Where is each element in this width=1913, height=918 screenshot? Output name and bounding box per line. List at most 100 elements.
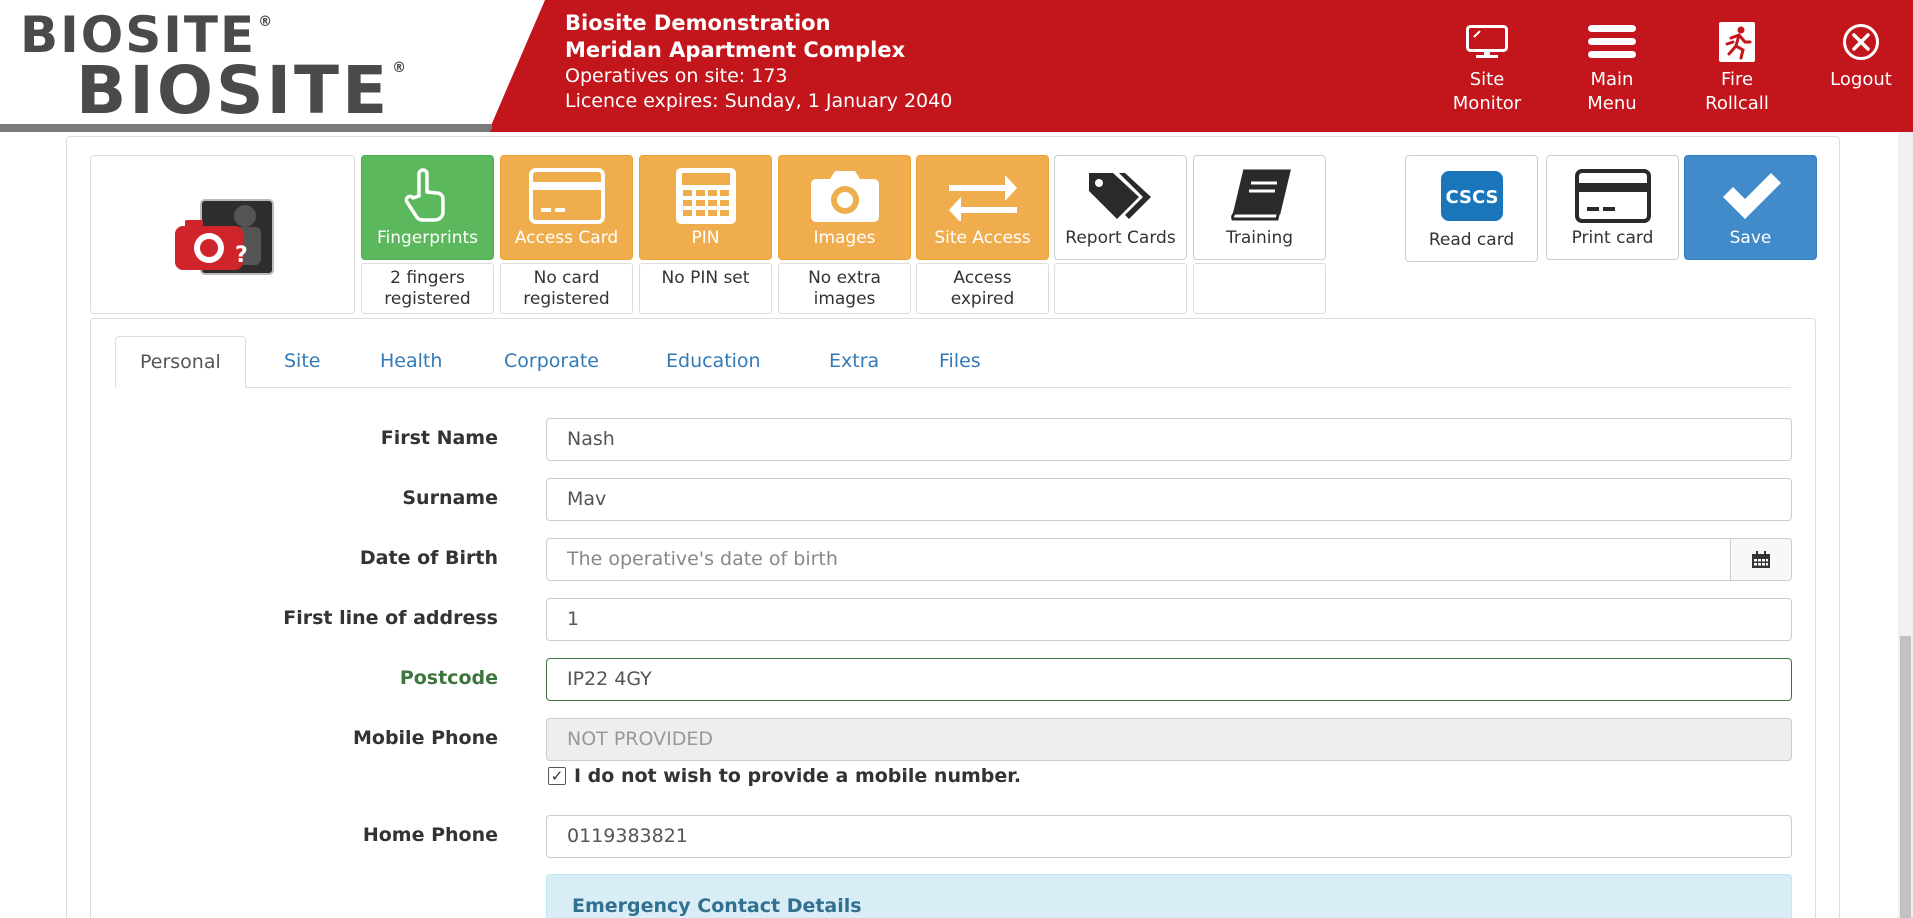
training-label: Training	[1225, 228, 1294, 248]
fingerprints-status-2: registered	[384, 289, 471, 309]
access-card-status-1: No card	[533, 268, 600, 288]
svg-text:?: ?	[235, 243, 248, 268]
menu-icon	[1557, 22, 1667, 62]
calculator-icon	[640, 156, 771, 228]
tags-icon	[1055, 156, 1186, 228]
site-monitor-label-2: Monitor	[1452, 93, 1522, 114]
logo: BIOSITE ® BIOSITE ®	[0, 0, 545, 128]
report-cards-label: Report Cards	[1065, 228, 1176, 248]
project-name: Meridan Apartment Complex	[565, 38, 906, 62]
fingerprints-label: Fingerprints	[376, 228, 479, 248]
camera-placeholder-icon: ?	[175, 199, 274, 275]
access-card-label: Access Card	[514, 228, 619, 248]
site-access-button[interactable]: Site Access	[916, 155, 1049, 260]
print-card-button[interactable]: Print card	[1546, 155, 1679, 260]
cscs-badge: CSCS	[1445, 187, 1498, 208]
pin-status-1: No PIN set	[661, 268, 750, 288]
monitor-icon	[1432, 22, 1542, 62]
images-status-2: images	[813, 289, 876, 309]
logout-button[interactable]: Logout	[1806, 22, 1913, 92]
read-card-label: Read card	[1428, 230, 1515, 250]
main-menu-button[interactable]: Main Menu	[1557, 22, 1667, 116]
credit-card-icon	[501, 156, 632, 228]
first-name-label: First Name	[380, 427, 498, 449]
site-name: Biosite Demonstration	[565, 11, 831, 35]
operative-photo[interactable]: ?	[90, 155, 355, 314]
tab-site[interactable]: Site	[260, 336, 344, 388]
print-card-icon	[1547, 156, 1678, 228]
surname-input[interactable]: Mav	[546, 478, 1792, 521]
no-mobile-checkbox[interactable]: ✓	[548, 767, 566, 785]
save-label: Save	[1729, 228, 1772, 248]
logo-reg-mark-2: ®	[392, 60, 410, 76]
home-phone-label: Home Phone	[362, 824, 498, 846]
training-status	[1193, 263, 1326, 314]
main-menu-label-1: Main	[1590, 69, 1634, 90]
address-label: First line of address	[283, 607, 498, 629]
access-card-status: No card registered	[500, 263, 633, 314]
address-input[interactable]: 1	[546, 598, 1792, 641]
dob-input[interactable]: The operative's date of birth	[546, 538, 1732, 581]
main-menu-label-2: Menu	[1587, 93, 1637, 114]
images-status: No extra images	[778, 263, 911, 314]
no-mobile-label: I do not wish to provide a mobile number…	[574, 765, 1022, 787]
images-button[interactable]: Images	[778, 155, 911, 260]
calendar-button[interactable]	[1730, 538, 1792, 581]
exchange-arrows-icon	[917, 156, 1048, 228]
site-info: Biosite Demonstration Meridan Apartment …	[565, 10, 952, 114]
save-button[interactable]: Save	[1684, 155, 1817, 260]
licence-expiry: Licence expires: Sunday, 1 January 2040	[565, 90, 953, 112]
report-cards-button[interactable]: Report Cards	[1054, 155, 1187, 260]
site-access-label: Site Access	[934, 228, 1031, 248]
fingerprints-button[interactable]: Fingerprints	[361, 155, 494, 260]
tab-corporate[interactable]: Corporate	[480, 336, 623, 388]
logout-icon	[1806, 22, 1913, 62]
site-monitor-label-1: Site	[1469, 69, 1505, 90]
print-card-label: Print card	[1571, 228, 1654, 248]
fire-rollcall-label-1: Fire	[1720, 69, 1754, 90]
images-status-1: No extra	[808, 268, 881, 288]
camera-icon	[779, 156, 910, 228]
operatives-count: Operatives on site: 173	[565, 65, 788, 87]
logout-label: Logout	[1830, 69, 1892, 90]
pin-label: PIN	[691, 228, 720, 248]
fire-exit-icon	[1682, 22, 1792, 62]
tab-education[interactable]: Education	[642, 336, 785, 388]
logo-text-large: BIOSITE	[76, 52, 391, 129]
cscs-card-icon: CSCS	[1406, 156, 1537, 228]
home-phone-input[interactable]: 0119383821	[546, 815, 1792, 858]
pin-button[interactable]: PIN	[639, 155, 772, 260]
emergency-contact-title: Emergency Contact Details	[572, 895, 862, 917]
first-name-input[interactable]: Nash	[546, 418, 1792, 461]
scrollbar-thumb[interactable]	[1900, 636, 1911, 918]
access-card-button[interactable]: Access Card	[500, 155, 633, 260]
site-access-status-1: Access	[953, 268, 1012, 288]
tab-personal[interactable]: Personal	[115, 336, 246, 388]
postcode-label: Postcode	[399, 667, 498, 689]
logo-reg-mark: ®	[258, 14, 275, 30]
tab-health[interactable]: Health	[356, 336, 466, 388]
postcode-input[interactable]: IP22 4GY	[546, 658, 1792, 701]
mobile-label: Mobile Phone	[352, 727, 498, 749]
site-access-status: Access expired	[916, 263, 1049, 314]
emergency-contact-panel: Emergency Contact Details	[546, 874, 1792, 918]
dob-label: Date of Birth	[359, 547, 498, 569]
access-card-status-2: registered	[523, 289, 610, 309]
logo-underline	[0, 124, 492, 132]
no-mobile-option[interactable]: ✓ I do not wish to provide a mobile numb…	[548, 765, 1021, 787]
pin-status: No PIN set	[639, 263, 772, 314]
tab-extra[interactable]: Extra	[805, 336, 903, 388]
site-access-status-2: expired	[950, 289, 1015, 309]
read-card-button[interactable]: CSCS Read card	[1405, 155, 1538, 262]
mobile-input: NOT PROVIDED	[546, 718, 1792, 761]
images-label: Images	[813, 228, 876, 248]
fingerprints-status: 2 fingers registered	[361, 263, 494, 314]
site-monitor-button[interactable]: Site Monitor	[1432, 22, 1542, 116]
calendar-icon	[1752, 550, 1770, 568]
checkmark-icon	[1685, 156, 1816, 228]
fire-rollcall-button[interactable]: Fire Rollcall	[1682, 22, 1792, 116]
surname-label: Surname	[402, 487, 498, 509]
report-cards-status	[1054, 263, 1187, 314]
tab-files[interactable]: Files	[915, 336, 1005, 388]
training-button[interactable]: Training	[1193, 155, 1326, 260]
